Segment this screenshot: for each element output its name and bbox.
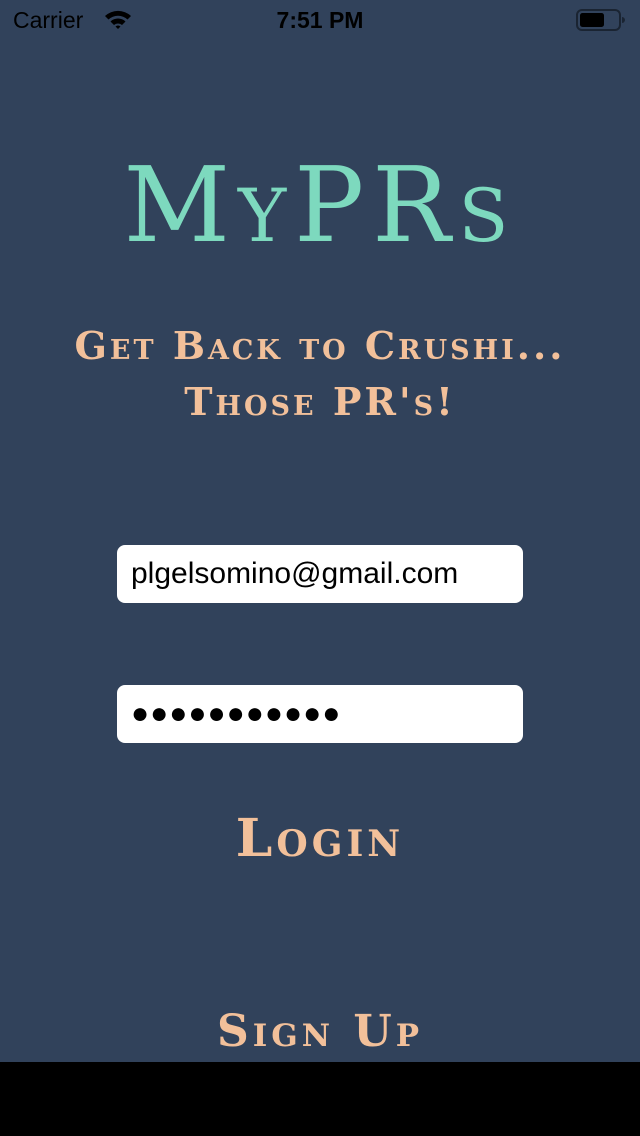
email-field-value: plgelsomino@gmail.com (131, 557, 459, 590)
screen: Carrier 7:51 PM MyPRs Get Back to Crushi… (0, 0, 640, 1136)
tagline-line-2: Those PR's! (184, 379, 456, 424)
status-time: 7:51 PM (276, 7, 364, 33)
status-bar: Carrier 7:51 PM (0, 0, 640, 40)
login-screen: Carrier 7:51 PM MyPRs Get Back to Crushi… (0, 0, 640, 1062)
tagline-line-1: Get Back to Crushi... (74, 323, 566, 368)
home-indicator-area (0, 1062, 640, 1136)
login-button[interactable]: Login (0, 806, 640, 872)
email-field[interactable]: plgelsomino@gmail.com (117, 545, 523, 603)
app-title: MyPRs (123, 144, 517, 266)
password-field-value: ●●●●●●●●●●● (131, 697, 342, 730)
tagline: Get Back to Crushi... Those PR's! (12, 318, 628, 430)
battery-icon (576, 9, 625, 31)
sign-up-button[interactable]: Sign Up (0, 1002, 640, 1062)
password-field[interactable]: ●●●●●●●●●●● (117, 685, 523, 743)
